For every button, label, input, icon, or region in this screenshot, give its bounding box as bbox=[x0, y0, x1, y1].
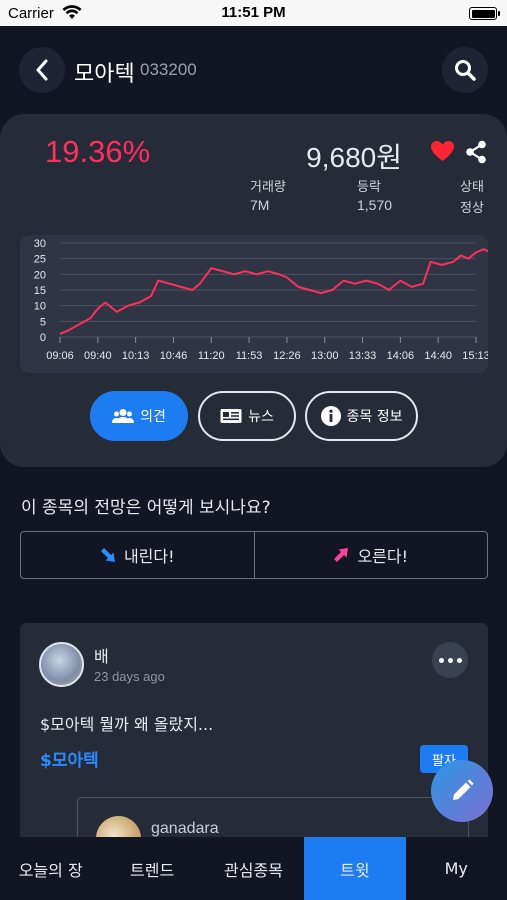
stock-info-label: 종목 정보 bbox=[346, 409, 403, 425]
post-time: 23 days ago bbox=[94, 669, 165, 684]
x-tick-label: 13:33 bbox=[349, 350, 377, 362]
x-tick-label: 09:40 bbox=[84, 350, 112, 362]
x-tick-label: 12:26 bbox=[273, 350, 301, 362]
more-dot bbox=[438, 657, 444, 663]
vote-up-button[interactable]: 오른다! bbox=[253, 532, 488, 578]
change-percent: 19.36% bbox=[45, 134, 151, 169]
x-tick-label: 15:13 bbox=[462, 350, 488, 362]
stock-info-button[interactable]: 종목 정보 bbox=[305, 391, 418, 441]
more-dot bbox=[447, 657, 453, 663]
price-chart: 30 25 20 15 10 5 0 09:06 09:40 10:13 10:46 11:20 11:… bbox=[20, 235, 488, 373]
volume-value: 7M bbox=[250, 197, 270, 213]
action-buttons: 의견 뉴스 종목 정보 bbox=[0, 391, 507, 441]
status-bar: Carrier 11:51 PM bbox=[0, 0, 507, 26]
y-tick-label: 5 bbox=[40, 316, 46, 328]
info-icon bbox=[320, 406, 341, 426]
newspaper-icon bbox=[220, 409, 242, 423]
compose-button[interactable] bbox=[431, 760, 493, 822]
stock-code: 033200 bbox=[140, 60, 197, 79]
poll-buttons: 내린다! 오른다! bbox=[20, 531, 488, 579]
tab-my[interactable]: My bbox=[406, 837, 507, 900]
status-label: 상태 bbox=[460, 180, 484, 195]
search-icon bbox=[455, 60, 476, 81]
news-label: 뉴스 bbox=[248, 409, 274, 425]
author-name: 배 bbox=[94, 647, 109, 666]
status-time: 11:51 PM bbox=[221, 4, 286, 21]
x-tick-label: 10:13 bbox=[122, 350, 150, 362]
tab-watchlist[interactable]: 관심종목 bbox=[203, 837, 304, 900]
y-tick-label: 10 bbox=[34, 301, 46, 313]
more-dot bbox=[456, 657, 462, 663]
chevron-left-icon bbox=[36, 59, 48, 81]
tab-tweet[interactable]: 트윗 bbox=[304, 837, 406, 900]
stock-name: 모아텍 bbox=[74, 62, 135, 87]
quote-card: 19.36% 9,680원 거래량 7M 등락 1,570 상태 정상 30 25… bbox=[0, 114, 507, 467]
tweet-post[interactable]: 배 23 days ago $모아텍 뭘까 왜 올랐지... $모아텍 팔자 g… bbox=[20, 623, 488, 853]
x-tick-label: 11:20 bbox=[198, 350, 225, 362]
x-tick-label: 13:00 bbox=[311, 350, 339, 362]
vote-up-label: 오른다! bbox=[357, 547, 409, 566]
status-value: 정상 bbox=[460, 201, 484, 216]
change-value: 1,570 bbox=[357, 197, 393, 213]
more-options-button[interactable] bbox=[432, 642, 468, 678]
heart-icon[interactable] bbox=[430, 140, 455, 162]
post-text: $모아텍 뭘까 왜 올랐지... bbox=[40, 715, 214, 734]
search-button[interactable] bbox=[442, 47, 488, 93]
quoted-author: ganadara bbox=[151, 820, 219, 837]
pencil-icon bbox=[453, 779, 474, 800]
stock-tag-link[interactable]: $모아텍 bbox=[40, 746, 99, 771]
y-tick-label: 20 bbox=[34, 269, 46, 281]
users-icon bbox=[112, 409, 135, 423]
share-icon[interactable] bbox=[465, 140, 487, 164]
opinion-button[interactable]: 의견 bbox=[90, 391, 188, 441]
avatar[interactable] bbox=[39, 642, 84, 687]
tab-bar: 오늘의 장 트렌드 관심종목 트윗 My bbox=[0, 837, 507, 900]
change-label: 등락 bbox=[357, 180, 381, 195]
arrow-up-right-icon bbox=[334, 548, 349, 562]
x-tick-label: 14:06 bbox=[387, 350, 415, 362]
x-tick-label: 09:06 bbox=[46, 350, 74, 362]
vote-down-button[interactable]: 내린다! bbox=[21, 532, 254, 578]
poll-question: 이 종목의 전망은 어떻게 보시나요? bbox=[21, 498, 271, 518]
opinion-label: 의견 bbox=[140, 409, 166, 425]
back-button[interactable] bbox=[19, 47, 65, 93]
volume-label: 거래량 bbox=[250, 180, 286, 195]
y-tick-label: 0 bbox=[40, 332, 46, 344]
battery-icon bbox=[469, 7, 500, 20]
tab-today-market[interactable]: 오늘의 장 bbox=[0, 837, 101, 900]
y-tick-label: 15 bbox=[34, 285, 46, 297]
current-price: 9,680원 bbox=[306, 142, 402, 173]
x-tick-label: 11:53 bbox=[236, 350, 263, 362]
chart-svg: 30 25 20 15 10 5 009:06 09:40 10:13 10:46 11:20 11:… bbox=[34, 238, 488, 362]
arrow-down-right-icon bbox=[100, 548, 115, 562]
y-tick-label: 30 bbox=[34, 238, 46, 250]
tab-trend[interactable]: 트렌드 bbox=[101, 837, 202, 900]
news-button[interactable]: 뉴스 bbox=[198, 391, 296, 441]
header: 모아텍 033200 bbox=[0, 26, 507, 114]
x-tick-label: 14:40 bbox=[424, 350, 452, 362]
vote-down-label: 내린다! bbox=[123, 547, 175, 566]
y-tick-label: 25 bbox=[34, 254, 46, 266]
x-tick-label: 10:46 bbox=[160, 350, 188, 362]
